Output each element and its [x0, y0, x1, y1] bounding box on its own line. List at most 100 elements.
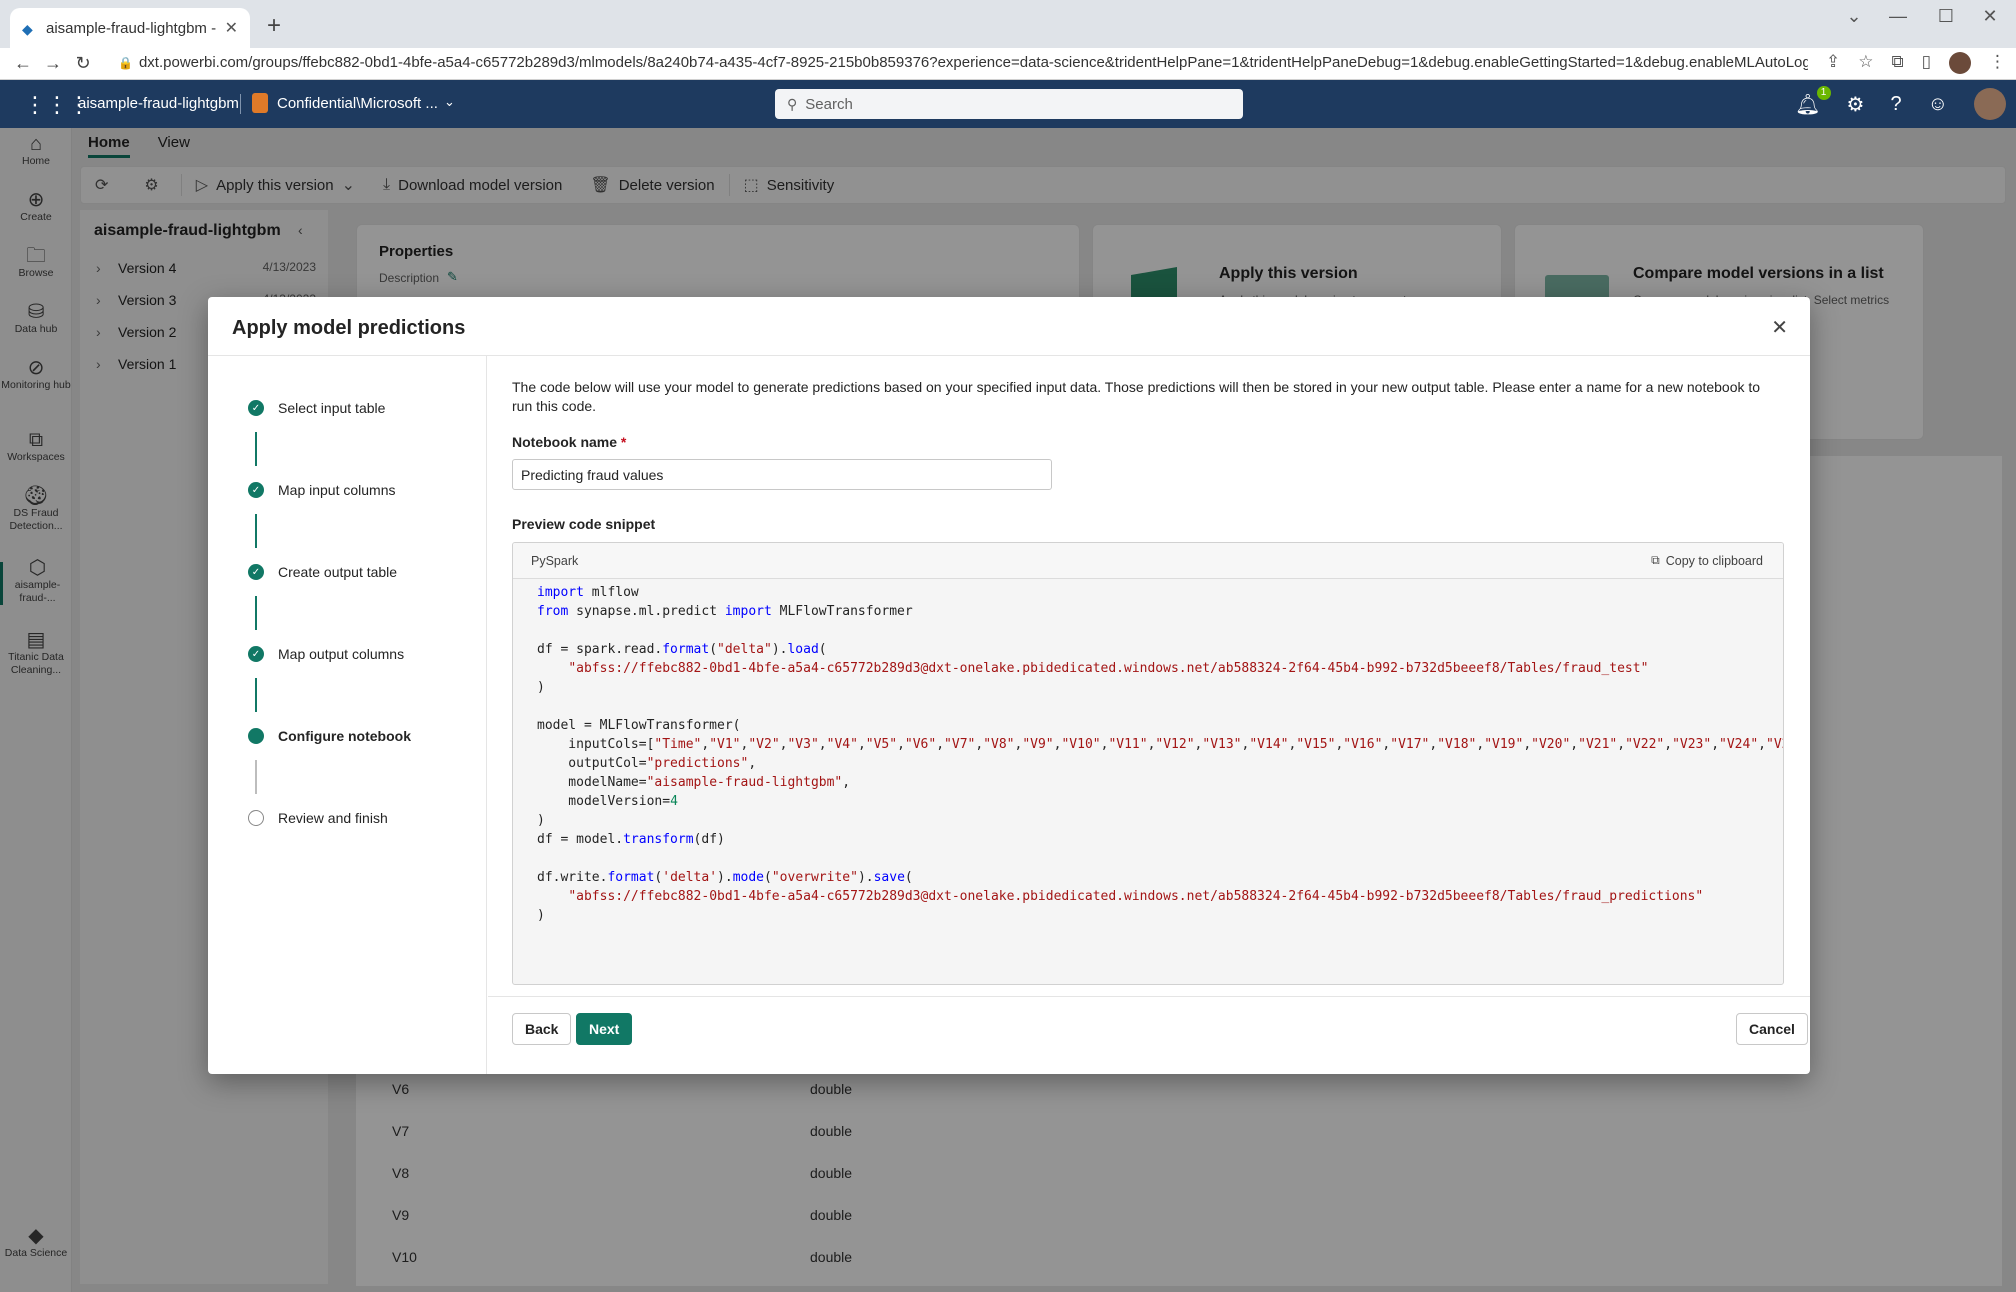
footer-divider — [488, 996, 1810, 997]
share-icon[interactable]: ⇪ — [1826, 52, 1840, 74]
code-line: modelVersion=4 — [537, 794, 678, 809]
code-line: ) — [537, 813, 545, 828]
close-tab-icon[interactable]: ✕ — [225, 18, 238, 38]
extensions-icon[interactable]: ⧉ — [1892, 52, 1904, 74]
step-review-and-finish[interactable]: Review and finish — [248, 810, 388, 826]
code-header: PySpark ⧉ Copy to clipboard — [513, 543, 1783, 579]
dialog-title: Apply model predictions — [232, 317, 466, 339]
code-line: df = model.transform(df) — [537, 832, 725, 847]
step-label: Select input table — [278, 400, 386, 416]
intro-text: The code below will use your model to ge… — [512, 379, 1761, 414]
back-arrow-icon[interactable]: ← — [8, 53, 38, 74]
browser-menu-icon[interactable]: ⋮ — [1989, 52, 2006, 74]
cancel-button[interactable]: Cancel — [1736, 1013, 1808, 1045]
settings-gear-icon[interactable]: ⚙ — [1847, 92, 1865, 117]
check-icon: ✓ — [248, 646, 264, 662]
step-map-input-columns[interactable]: ✓ Map input columns — [248, 482, 396, 498]
preview-code-label: Preview code snippet — [512, 516, 656, 532]
header-divider — [240, 94, 241, 114]
app-header: ⋮⋮⋮ aisample-fraud-lightgbm Confidential… — [0, 80, 2016, 128]
code-line: import mlflow — [537, 585, 639, 600]
profile-avatar[interactable] — [1949, 52, 1971, 74]
check-icon: ✓ — [248, 400, 264, 416]
address-bar: ← → ↻ 🔒 dxt.powerbi.com/groups/ffebc882-0… — [0, 48, 2016, 80]
browser-tab-bar: ◆ aisample-fraud-lightgbm - Synapse ✕ + … — [0, 0, 2016, 48]
code-line: from synapse.ml.predict import MLFlowTra… — [537, 604, 913, 619]
copy-label: Copy to clipboard — [1665, 553, 1763, 568]
code-language: PySpark — [531, 554, 579, 568]
code-line: df.write.format('delta').mode("overwrite… — [537, 870, 913, 885]
maximize-icon[interactable]: ☐ — [1928, 6, 1964, 27]
next-button[interactable]: Next — [576, 1013, 633, 1045]
empty-circle-icon — [248, 810, 264, 826]
code-line: "abfss://ffebc882-0bd1-4bfe-a5a4-c65772b… — [568, 661, 1649, 676]
step-select-input-table[interactable]: ✓ Select input table — [248, 400, 385, 416]
tab-search-icon[interactable]: ⌄ — [1836, 6, 1872, 27]
close-icon[interactable]: ✕ — [1771, 315, 1788, 340]
step-connector — [255, 432, 257, 466]
browser-tab[interactable]: ◆ aisample-fraud-lightgbm - Synapse ✕ — [10, 8, 250, 48]
notifications-bell-icon[interactable]: 🔔︎ 1 — [1795, 85, 1831, 117]
step-label: Create output table — [278, 564, 398, 580]
search-input[interactable]: ⚲ Search — [775, 89, 1243, 119]
check-icon: ✓ — [248, 564, 264, 580]
url-text: dxt.powerbi.com/groups/ffebc882-0bd1-4bf… — [138, 54, 1808, 71]
copy-to-clipboard-button[interactable]: ⧉ Copy to clipboard — [1651, 553, 1763, 568]
synapse-favicon-icon: ◆ — [22, 21, 33, 37]
workspace-name[interactable]: aisample-fraud-lightgbm — [78, 95, 239, 112]
feedback-smiley-icon[interactable]: ☺ — [1928, 93, 1948, 116]
step-label: Map output columns — [278, 646, 405, 662]
url-field[interactable]: 🔒 dxt.powerbi.com/groups/ffebc882-0bd1-4b… — [118, 54, 1808, 76]
chevron-down-icon[interactable]: ⌄ — [444, 94, 455, 110]
browser-tab-title: aisample-fraud-lightgbm - Synapse — [46, 19, 219, 37]
code-line: "abfss://ffebc882-0bd1-4bfe-a5a4-c65772b… — [568, 889, 1704, 904]
code-line: outputCol="predictions", — [537, 756, 757, 771]
step-create-output-table[interactable]: ✓ Create output table — [248, 564, 397, 580]
user-avatar[interactable] — [1974, 88, 2006, 120]
notification-badge: 1 — [1816, 85, 1831, 100]
step-connector — [255, 596, 257, 630]
code-line: ) — [537, 908, 545, 923]
bookmark-star-icon[interactable]: ☆ — [1858, 52, 1873, 74]
step-map-output-columns[interactable]: ✓ Map output columns — [248, 646, 404, 662]
required-asterisk: * — [620, 434, 627, 450]
search-placeholder: Search — [805, 95, 853, 113]
back-button[interactable]: Back — [512, 1013, 572, 1045]
code-snippet-box: PySpark ⧉ Copy to clipboard import mlflow… — [512, 542, 1784, 985]
new-tab-icon[interactable]: + — [262, 12, 286, 40]
current-step-dot-icon — [248, 728, 264, 744]
step-label: Review and finish — [278, 810, 388, 826]
code-line: model = MLFlowTransformer( — [537, 718, 741, 733]
code-line: inputCols=["Time","V1","V2","V3","V4","V… — [537, 737, 1783, 752]
check-icon: ✓ — [248, 482, 264, 498]
forward-arrow-icon[interactable]: → — [38, 53, 68, 74]
step-label: Configure notebook — [278, 728, 411, 744]
sensitivity-label[interactable]: Confidential\Microsoft ... — [277, 95, 438, 112]
step-configure-notebook[interactable]: Configure notebook — [248, 728, 411, 744]
search-icon: ⚲ — [787, 95, 798, 112]
lock-icon: 🔒 — [118, 56, 133, 70]
notebook-name-label-text: Notebook name — [512, 434, 618, 450]
copy-icon: ⧉ — [1651, 553, 1660, 567]
close-window-icon[interactable]: ✕ — [1972, 6, 2008, 27]
code-line: modelName="aisample-fraud-lightgbm", — [537, 775, 851, 790]
notebook-name-input[interactable] — [512, 459, 1052, 490]
help-icon[interactable]: ? — [1890, 93, 1901, 116]
code-line: ) — [537, 680, 545, 695]
minimize-icon[interactable]: — — [1880, 6, 1916, 27]
code-snippet[interactable]: import mlflow from synapse.ml.predict imp… — [537, 583, 1783, 925]
apply-predictions-dialog: Apply model predictions ✕ ✓ Select input … — [208, 297, 1810, 1074]
notebook-name-label: Notebook name * — [512, 434, 626, 450]
step-connector — [255, 678, 257, 712]
dialog-content: The code below will use your model to ge… — [488, 356, 1810, 1074]
step-label: Map input columns — [278, 482, 396, 498]
step-connector — [255, 760, 257, 794]
sensitivity-label-icon — [252, 93, 268, 113]
step-connector — [255, 514, 257, 548]
code-line: df = spark.read.format("delta").load( — [537, 642, 827, 657]
sidebar-icon[interactable]: ▯ — [1922, 52, 1931, 74]
reload-icon[interactable]: ↻ — [68, 53, 98, 74]
